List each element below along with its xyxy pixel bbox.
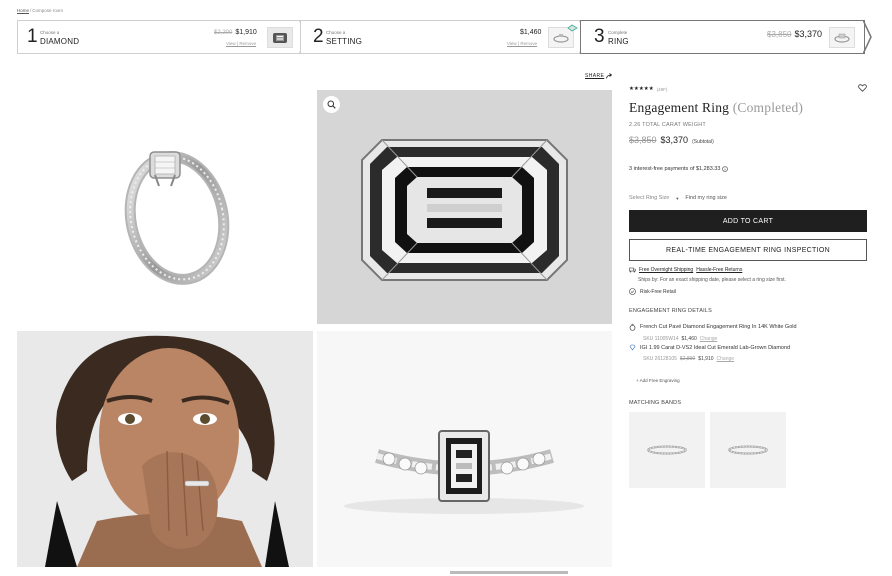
shipping-info: Free Overnight Shipping Hassle-Free Retu… bbox=[629, 267, 869, 273]
share-label: SHARE bbox=[585, 73, 605, 79]
add-engraving-link[interactable]: + Add Free Engraving bbox=[636, 378, 680, 383]
share-button[interactable]: SHARE bbox=[585, 73, 613, 79]
chevron-down-icon: ▼ bbox=[675, 195, 680, 201]
ships-by-note: Ships by: For an exact shipping date, pl… bbox=[638, 277, 786, 283]
zoom-button[interactable] bbox=[323, 96, 340, 113]
risk-free-label: Risk-Free Retail bbox=[640, 288, 676, 295]
step-price: $3,850 $3,370 bbox=[767, 29, 822, 39]
step-caption: Complete bbox=[608, 30, 628, 35]
breadcrumb: Home / Compose room bbox=[17, 8, 63, 13]
detail-diamond-line: IGI 1.99 Carat D-VS2 Ideal Cut Emerald L… bbox=[629, 344, 869, 351]
breadcrumb-current: Compose room bbox=[32, 8, 64, 13]
band-image bbox=[647, 445, 687, 455]
step-choose-setting[interactable]: 2 Choose a SETTING $1,460 View | Remove bbox=[300, 20, 580, 54]
step-current-price: $1,460 bbox=[520, 29, 542, 36]
product-current-price: $3,370 bbox=[660, 135, 689, 145]
step-view-remove-links[interactable]: View | Remove bbox=[507, 41, 537, 46]
product-image-model[interactable] bbox=[17, 331, 313, 567]
step-number: 1 bbox=[27, 26, 38, 47]
diamond-change-link[interactable]: Change bbox=[717, 356, 735, 362]
step-old-price: $3,850 bbox=[767, 30, 792, 39]
step-caption: Choose a bbox=[40, 30, 60, 35]
matching-band-card[interactable] bbox=[629, 412, 705, 488]
setting-sku: SKU 11005W14 bbox=[643, 336, 679, 342]
step-number: 3 bbox=[594, 26, 605, 47]
step-number: 2 bbox=[313, 26, 324, 47]
free-shipping-link[interactable]: Free Overnight Shipping bbox=[639, 267, 693, 273]
info-icon[interactable] bbox=[722, 166, 729, 172]
matching-band-card[interactable] bbox=[710, 412, 786, 488]
ring-builder-stepper: 1 Choose a DIAMOND $2,200 $1,910 View | R… bbox=[17, 20, 872, 54]
diamond-old-price: $2,890 bbox=[679, 356, 696, 362]
step-view-remove-links[interactable]: View | Remove bbox=[226, 41, 256, 46]
diamond-icon bbox=[629, 344, 636, 351]
band-image bbox=[728, 445, 768, 455]
ring-size-select[interactable]: Select Ring Size bbox=[629, 195, 669, 201]
star-icons: ★★★★★ bbox=[629, 86, 654, 92]
step-price: $1,460 bbox=[520, 29, 541, 36]
step-label: RING bbox=[608, 37, 629, 46]
detail-setting-line: French Cut Pavé Diamond Engagement Ring … bbox=[629, 323, 869, 331]
step-current-price: $3,370 bbox=[794, 29, 822, 39]
product-old-price: $3,850 bbox=[629, 135, 657, 145]
scroll-indicator[interactable] bbox=[450, 571, 568, 574]
diamond-sku-line: SKU 26128105 $2,890 $1,910 Change bbox=[643, 356, 734, 362]
setting-name: French Cut Pavé Diamond Engagement Ring … bbox=[640, 324, 797, 330]
installments-text: 3 interest-free payments of $1,283.33 bbox=[629, 166, 721, 172]
step-choose-diamond[interactable]: 1 Choose a DIAMOND $2,200 $1,910 View | R… bbox=[17, 20, 300, 54]
diamond-price: $1,910 bbox=[698, 356, 714, 362]
step-price: $2,200 $1,910 bbox=[214, 29, 257, 36]
rating-stars[interactable]: ★★★★★ (49F) bbox=[629, 86, 869, 92]
step-current-price: $1,910 bbox=[235, 29, 257, 36]
step-end-chevron bbox=[863, 20, 872, 54]
ring-size-row: Select Ring Size ▼ Find my ring size bbox=[629, 195, 869, 201]
step-caption: Choose a bbox=[326, 30, 346, 35]
setting-price: $1,460 bbox=[681, 336, 697, 342]
step-label: SETTING bbox=[326, 37, 363, 46]
step-old-price: $2,200 bbox=[214, 30, 233, 36]
diamond-name: IGI 1.99 Carat D-VS2 Ideal Cut Emerald L… bbox=[640, 344, 791, 351]
breadcrumb-home-link[interactable]: Home bbox=[17, 8, 29, 13]
matching-bands-heading: MATCHING BANDS bbox=[629, 400, 682, 406]
check-circle-icon bbox=[629, 288, 636, 295]
truck-icon bbox=[629, 267, 636, 273]
installments-info: 3 interest-free payments of $1,283.33 bbox=[629, 166, 869, 172]
product-title: Engagement Ring (Completed) bbox=[629, 100, 869, 116]
setting-sku-line: SKU 11005W14 $1,460 Change bbox=[643, 336, 717, 342]
product-image-ring-front[interactable] bbox=[317, 331, 612, 567]
breadcrumb-separator: / bbox=[30, 8, 32, 13]
ring-icon bbox=[629, 323, 636, 331]
ring-thumbnail bbox=[829, 27, 855, 48]
product-image-ring-side[interactable] bbox=[17, 90, 313, 324]
review-count: (49F) bbox=[656, 86, 668, 92]
product-image-diamond[interactable] bbox=[317, 90, 612, 324]
magnifier-icon bbox=[327, 100, 336, 109]
subtotal-label: (Subtotal) bbox=[692, 139, 714, 145]
product-price: $3,850 $3,370 (Subtotal) bbox=[629, 135, 869, 145]
diamond-thumbnail bbox=[267, 27, 293, 48]
heart-icon[interactable] bbox=[858, 84, 867, 92]
product-title-text: Engagement Ring bbox=[629, 100, 730, 115]
ring-details-heading: ENGAGEMENT RING DETAILS bbox=[629, 308, 712, 314]
find-ring-size-link[interactable]: Find my ring size bbox=[685, 195, 727, 201]
share-arrow-icon bbox=[606, 73, 613, 79]
step-label: DIAMOND bbox=[40, 37, 80, 46]
step-complete-ring[interactable]: 3 Complete RING $3,850 $3,370 bbox=[580, 20, 865, 54]
product-title-status: (Completed) bbox=[732, 100, 804, 115]
free-returns-link[interactable]: Hassle-Free Returns bbox=[696, 267, 742, 273]
risk-free-retail: Risk-Free Retail bbox=[629, 288, 869, 295]
setting-change-link[interactable]: Change bbox=[700, 336, 718, 342]
ring-inspection-button[interactable]: REAL-TIME ENGAGEMENT RING INSPECTION bbox=[629, 239, 867, 261]
diamond-sku: SKU 26128105 bbox=[643, 356, 677, 362]
total-carat-weight: 2.26 TOTAL CARAT WEIGHT bbox=[629, 122, 706, 128]
setting-ring-icon bbox=[567, 24, 578, 32]
add-to-cart-button[interactable]: ADD TO CART bbox=[629, 210, 867, 232]
